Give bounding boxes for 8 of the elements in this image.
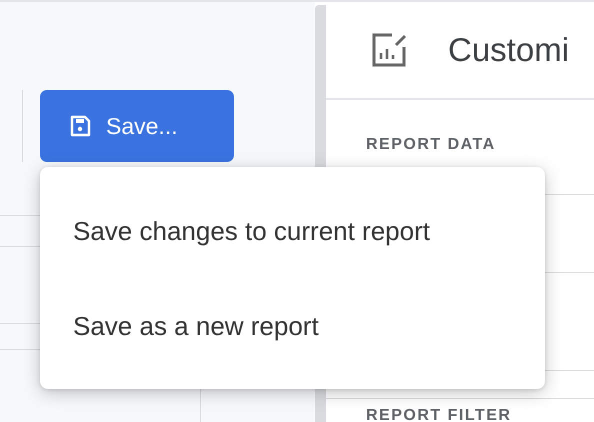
chart-edit-icon (370, 31, 408, 69)
section-heading: REPORT FILTER (365, 407, 512, 422)
menu-item[interactable]: Save as a new report (40, 279, 545, 374)
panel-title: Customi (448, 31, 570, 69)
save-button[interactable]: Save... (40, 90, 234, 162)
save-icon (68, 114, 92, 138)
menu-item[interactable]: Save changes to current report (40, 184, 545, 279)
section-heading: REPORT DATA (365, 135, 497, 154)
